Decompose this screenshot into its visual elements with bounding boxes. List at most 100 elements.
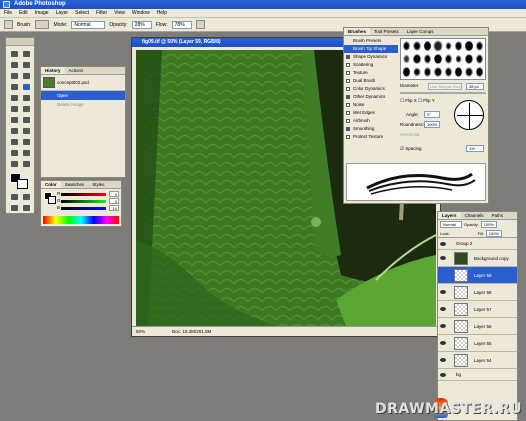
history-snapshot[interactable]: concept002.psd [41,75,125,91]
red-slider[interactable]: R 0 [41,191,121,198]
brush-list-scattering[interactable]: Scattering [344,61,398,69]
brush-list-color-dynamics[interactable]: Color Dynamics [344,85,398,93]
tab-channels[interactable]: Channels [461,212,488,219]
eye-icon[interactable] [440,290,446,294]
brush-list-noise[interactable]: Noise [344,101,398,109]
angle-roundness-dial[interactable] [454,100,484,130]
layer-row-layer-55[interactable]: Layer 55 [438,335,517,352]
full-screen-mode-icon[interactable] [21,203,32,213]
layer-row-group-2[interactable]: Group 2 [438,238,517,250]
spacing-checkbox[interactable]: ☑ Spacing [400,146,422,152]
menu-view[interactable]: View [114,9,125,17]
notes-tool-icon[interactable] [9,148,20,158]
eye-icon[interactable] [440,256,446,260]
tab-actions[interactable]: Actions [65,67,88,74]
eyedropper-tool-icon[interactable] [21,148,32,158]
brush-tool-icon[interactable] [4,20,13,29]
fill-field[interactable]: 100% [485,229,503,237]
screen-mode-icon[interactable] [9,203,20,213]
eye-icon[interactable] [440,341,446,345]
gradient-tool-icon[interactable] [21,104,32,114]
green-slider[interactable]: G 0 [41,198,121,205]
zoom-tool-icon[interactable] [21,159,32,169]
eye-icon[interactable] [440,324,446,328]
red-value[interactable]: 0 [109,191,119,197]
use-sample-size-button[interactable]: Use Sample Size [428,83,462,90]
crop-tool-icon[interactable] [9,71,20,81]
flip-y-checkbox[interactable]: ☐ Flip Y [418,98,435,104]
airbrush-icon[interactable] [195,20,205,29]
spacing-field[interactable]: 1% [466,145,484,152]
tab-layer-comps[interactable]: Layer Comps [403,28,438,35]
blur-tool-icon[interactable] [9,115,20,125]
color-ramp[interactable] [43,216,119,224]
menu-filter[interactable]: Filter [96,9,107,17]
tab-tool-presets[interactable]: Tool Presets [370,28,403,35]
tab-color[interactable]: Color [41,181,61,188]
magic-wand-tool-icon[interactable] [21,60,32,70]
eraser-tool-icon[interactable] [9,104,20,114]
history-item-open[interactable]: Open [41,91,125,100]
slice-tool-icon[interactable] [21,71,32,81]
quick-mask-mode-icon[interactable] [21,192,32,202]
brush-list-other-dynamics[interactable]: Other Dynamics [344,93,398,101]
flow-field[interactable]: 78% [171,20,192,29]
eye-icon[interactable] [440,358,446,362]
layer-row-background-copy[interactable]: Background copy [438,250,517,267]
tab-styles[interactable]: Styles [88,181,108,188]
brush-list-dual-brush[interactable]: Dual Brush [344,77,398,85]
eye-icon[interactable] [440,242,446,246]
tab-swatches[interactable]: Swatches [61,181,89,188]
brush-tool-icon[interactable] [21,82,32,92]
menu-select[interactable]: Select [75,9,89,17]
path-selection-tool-icon[interactable] [9,126,20,136]
history-item-delete-image[interactable]: Delete Image [41,100,125,109]
brush-list-smoothing[interactable]: Smoothing [344,125,398,133]
menu-edit[interactable]: Edit [19,9,28,17]
move-tool-icon[interactable] [21,49,32,59]
menu-window[interactable]: Window [132,9,150,17]
diameter-slider[interactable] [400,92,486,94]
background-color-swatch[interactable] [17,179,28,189]
dodge-tool-icon[interactable] [21,115,32,125]
menu-layer[interactable]: Layer [56,9,69,17]
layer-row-layer-58[interactable]: Layer 58 [438,284,517,301]
menu-help[interactable]: Help [157,9,167,17]
marquee-tool-icon[interactable] [9,49,20,59]
layer-row-layer-56[interactable]: Layer 56 [438,318,517,335]
tab-history[interactable]: History [41,67,65,74]
brush-list-brush-tip-shape[interactable]: Brush Tip Shape [344,45,398,53]
flip-x-checkbox[interactable]: ☐ Flip X [400,98,417,104]
opacity-field[interactable]: 28% [131,20,152,29]
tab-layers[interactable]: Layers [438,212,461,219]
type-tool-icon[interactable] [21,126,32,136]
lasso-tool-icon[interactable] [9,60,20,70]
toolbox-grip[interactable] [6,38,34,46]
layer-row-layer-57[interactable]: Layer 57 [438,301,517,318]
angle-field[interactable]: 0° [424,111,440,118]
menu-image[interactable]: Image [35,9,49,17]
standard-mode-icon[interactable] [9,192,20,202]
blue-value[interactable]: 10 [109,205,119,211]
clone-stamp-tool-icon[interactable] [9,93,20,103]
blend-mode-select[interactable]: Normal [440,221,462,228]
brush-list-texture[interactable]: Texture [344,69,398,77]
tab-paths[interactable]: Paths [488,212,508,219]
history-brush-tool-icon[interactable] [21,93,32,103]
pen-tool-icon[interactable] [9,137,20,147]
brush-list-brush-presets[interactable]: Brush Presets [344,37,398,45]
blue-slider[interactable]: B 10 [41,205,121,212]
eye-icon[interactable] [440,373,446,377]
layer-row-layer-54[interactable]: Layer 54 [438,352,517,369]
brush-list-wet-edges[interactable]: Wet Edges [344,109,398,117]
layer-row-layer-59[interactable]: Layer 59 [438,267,517,284]
brush-list-protect-texture[interactable]: Protect Texture [344,133,398,141]
layer-opacity-field[interactable]: 100% [480,221,497,228]
brush-preset-picker[interactable] [35,20,50,29]
menu-file[interactable]: File [4,9,12,17]
eye-icon[interactable] [440,307,446,311]
green-value[interactable]: 0 [109,198,119,204]
healing-brush-tool-icon[interactable] [9,82,20,92]
mode-select[interactable]: Normal [71,20,106,29]
brush-list-shape-dynamics[interactable]: Shape Dynamics [344,53,398,61]
